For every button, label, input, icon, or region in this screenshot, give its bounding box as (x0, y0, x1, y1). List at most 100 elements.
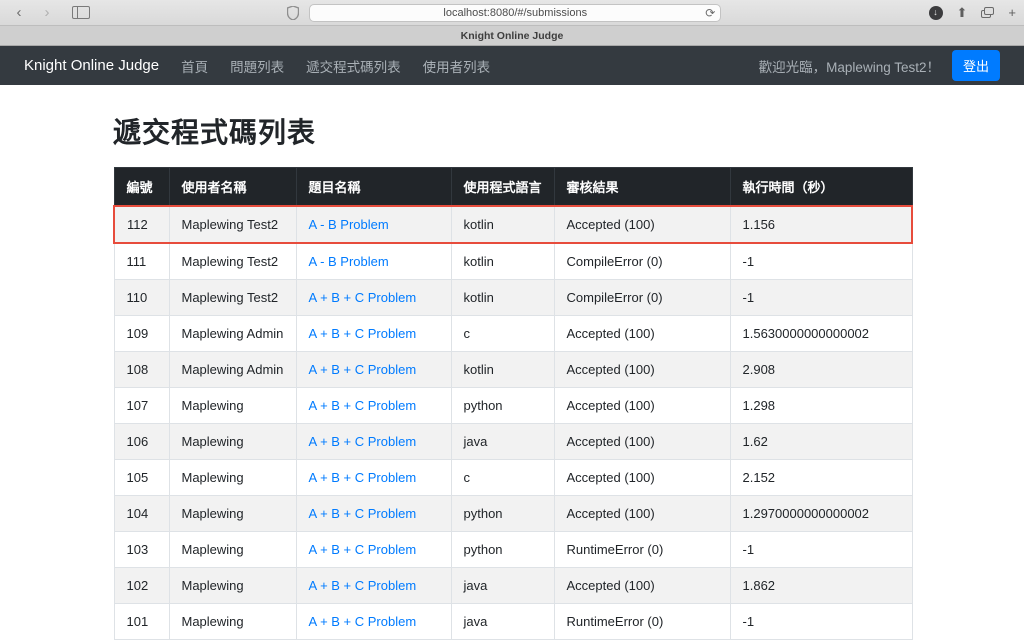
problem-link[interactable]: A + B + C Problem (309, 398, 417, 413)
navbar-right: 歡迎光臨，Maplewing Test2！ 登出 (759, 50, 1000, 81)
table-row: 112 Maplewing Test2 A - B Problem kotlin Acc… (113, 205, 913, 244)
header-user: 使用者名稱 (168, 167, 297, 207)
cell-language: python (450, 387, 555, 424)
nav-item-home[interactable]: 首頁 (181, 56, 208, 76)
browser-tab-strip: Knight Online Judge (0, 26, 1024, 46)
cell-time: 1.298 (729, 387, 913, 424)
problem-link[interactable]: A + B + C Problem (309, 614, 417, 629)
cell-language: c (450, 459, 555, 496)
table-row: 102 Maplewing A + B + C Problem java Accepte… (113, 567, 913, 604)
cell-time: 1.62 (729, 423, 913, 460)
cell-time: -1 (729, 603, 913, 640)
cell-time: 2.908 (729, 351, 913, 388)
header-result: 審核結果 (553, 167, 731, 207)
forward-button[interactable]: › (36, 5, 58, 20)
address-bar[interactable]: localhost:8080/#/submissions ⟳ (309, 3, 722, 22)
new-tab-icon[interactable]: + (1008, 6, 1016, 19)
cell-problem: A + B + C Problem (295, 567, 452, 604)
tab-overview-icon[interactable] (981, 7, 995, 18)
header-problem: 題目名稱 (295, 167, 452, 207)
downloads-icon[interactable]: ↓ (928, 5, 943, 20)
brand[interactable]: Knight Online Judge (24, 57, 159, 74)
cell-result: Accepted (100) (553, 459, 731, 496)
cell-problem: A + B + C Problem (295, 423, 452, 460)
sidebar-toggle-icon[interactable] (72, 6, 90, 19)
table-row: 106 Maplewing A + B + C Problem java Accepte… (113, 423, 913, 460)
table-row: 109 Maplewing Admin A + B + C Problem c Acce… (113, 315, 913, 352)
cell-user: Maplewing Admin (168, 315, 297, 352)
logout-button[interactable]: 登出 (951, 50, 1000, 81)
cell-time: -1 (729, 531, 913, 568)
url-text: localhost:8080/#/submissions (443, 6, 588, 19)
table-row: 111 Maplewing Test2 A - B Problem kotlin Com… (113, 242, 913, 280)
reload-icon[interactable]: ⟳ (705, 6, 715, 20)
header-time: 執行時間（秒） (729, 167, 913, 207)
cell-user: Maplewing (168, 495, 297, 532)
cell-language: python (450, 531, 555, 568)
cell-result: RuntimeError (0) (553, 603, 731, 640)
cell-time: 1.5630000000000002 (729, 315, 913, 352)
nav-item-submissions[interactable]: 遞交程式碼列表 (306, 56, 401, 76)
cell-result: Accepted (100) (553, 387, 731, 424)
cell-result: Accepted (100) (553, 351, 731, 388)
table-row: 105 Maplewing A + B + C Problem c Accepted (… (113, 459, 913, 496)
cell-problem: A - B Problem (295, 242, 452, 280)
cell-problem: A + B + C Problem (295, 603, 452, 640)
tab-title[interactable]: Knight Online Judge (461, 30, 564, 42)
problem-link[interactable]: A + B + C Problem (309, 506, 417, 521)
cell-result: Accepted (100) (553, 423, 731, 460)
cell-id: 105 (113, 459, 170, 496)
back-button[interactable]: ‹ (8, 5, 30, 20)
cell-id: 103 (113, 531, 170, 568)
cell-time: -1 (729, 279, 913, 316)
problem-link[interactable]: A - B Problem (309, 217, 389, 232)
header-language: 使用程式語言 (450, 167, 555, 207)
cell-result: Accepted (100) (553, 205, 731, 244)
cell-problem: A + B + C Problem (295, 387, 452, 424)
cell-id: 104 (113, 495, 170, 532)
cell-id: 102 (113, 567, 170, 604)
problem-link[interactable]: A + B + C Problem (309, 290, 417, 305)
cell-user: Maplewing (168, 459, 297, 496)
cell-user: Maplewing Test2 (168, 205, 297, 244)
app-navbar: Knight Online Judge 首頁 問題列表 遞交程式碼列表 使用者列… (0, 46, 1024, 85)
cell-id: 109 (113, 315, 170, 352)
cell-result: RuntimeError (0) (553, 531, 731, 568)
problem-link[interactable]: A + B + C Problem (309, 362, 417, 377)
cell-id: 106 (113, 423, 170, 460)
cell-problem: A + B + C Problem (295, 531, 452, 568)
nav-links: 首頁 問題列表 遞交程式碼列表 使用者列表 (181, 56, 490, 76)
share-icon[interactable]: ⬆ (957, 6, 968, 19)
header-id: 編號 (113, 167, 170, 207)
problem-link[interactable]: A + B + C Problem (309, 434, 417, 449)
table-row: 103 Maplewing A + B + C Problem python Runti… (113, 531, 913, 568)
cell-id: 111 (113, 242, 170, 280)
cell-user: Maplewing Test2 (168, 242, 297, 280)
cell-id: 112 (113, 205, 170, 244)
cell-result: Accepted (100) (553, 567, 731, 604)
cell-language: kotlin (450, 279, 555, 316)
cell-id: 101 (113, 603, 170, 640)
problem-link[interactable]: A + B + C Problem (309, 542, 417, 557)
problem-link[interactable]: A + B + C Problem (309, 470, 417, 485)
cell-id: 107 (113, 387, 170, 424)
cell-user: Maplewing (168, 531, 297, 568)
content-blocker-shield-icon[interactable] (287, 5, 300, 20)
cell-time: 1.862 (729, 567, 913, 604)
cell-result: CompileError (0) (553, 279, 731, 316)
cell-language: java (450, 423, 555, 460)
cell-language: python (450, 495, 555, 532)
table-row: 110 Maplewing Test2 A + B + C Problem kotli… (113, 279, 913, 316)
toolbar-right-icons: ↓ ⬆ + (928, 5, 1016, 20)
problem-link[interactable]: A + B + C Problem (309, 326, 417, 341)
cell-time: -1 (729, 242, 913, 280)
problem-link[interactable]: A + B + C Problem (309, 578, 417, 593)
nav-item-users[interactable]: 使用者列表 (423, 56, 491, 76)
cell-id: 108 (113, 351, 170, 388)
cell-language: kotlin (450, 205, 555, 244)
cell-user: Maplewing (168, 423, 297, 460)
problem-link[interactable]: A - B Problem (309, 254, 389, 269)
cell-problem: A + B + C Problem (295, 459, 452, 496)
cell-language: java (450, 567, 555, 604)
nav-item-problems[interactable]: 問題列表 (230, 56, 284, 76)
